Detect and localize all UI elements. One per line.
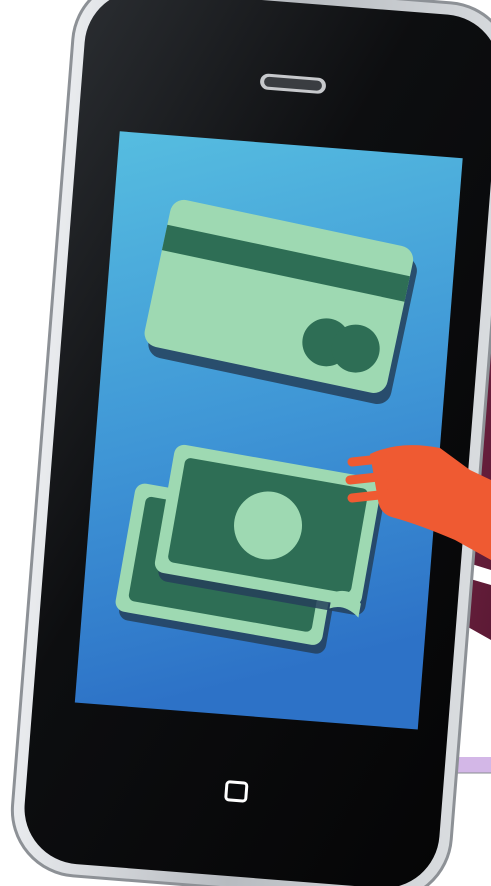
phone — [10, 0, 491, 886]
phone-payment-illustration — [10, 0, 491, 886]
illustration-stage — [0, 0, 491, 886]
